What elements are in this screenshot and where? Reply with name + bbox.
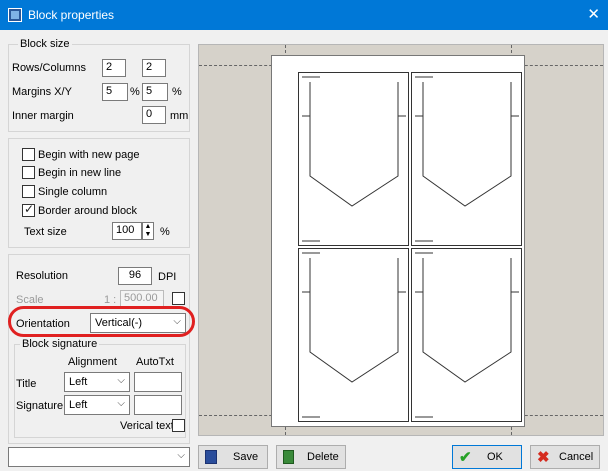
columns-input[interactable]: 2 [142, 59, 166, 77]
autotxt-header: AutoTxt [136, 356, 174, 368]
text-size-spinner[interactable]: ▲ ▼ [142, 222, 154, 240]
chevron-down-icon: ⌵ [117, 398, 125, 409]
scale-label: Scale [16, 294, 44, 306]
text-size-label: Text size [24, 226, 67, 238]
inner-margin-input[interactable]: 0 [142, 106, 166, 124]
floppy-disk-icon [205, 450, 217, 464]
resolution-unit: DPI [158, 271, 177, 283]
inner-margin-unit: mm [170, 110, 189, 122]
chevron-down-icon: ⌵ [177, 450, 185, 461]
alignment-header: Alignment [68, 356, 117, 368]
begin-new-line-checkbox[interactable] [22, 166, 35, 179]
text-size-unit: % [160, 226, 170, 238]
checkmark-icon: ✔ [459, 449, 472, 466]
app-icon [8, 8, 22, 22]
pentagon-shape [309, 82, 399, 207]
title-label: Title [16, 378, 37, 390]
save-label: Save [233, 451, 259, 463]
single-column-checkbox[interactable] [22, 185, 35, 198]
trash-icon [283, 450, 294, 464]
border-around-block-checkbox[interactable] [22, 202, 35, 217]
preview-shapes [302, 76, 519, 418]
border-around-block-label: Border around block [38, 205, 138, 217]
delete-button[interactable]: Delete [276, 445, 346, 469]
single-column-label: Single column [38, 186, 108, 198]
delete-label: Delete [307, 451, 339, 463]
ok-label: OK [487, 451, 503, 463]
margin-x-unit: % [130, 86, 140, 98]
chevron-down-icon: ⌵ [117, 375, 125, 386]
signature-autotxt-input[interactable] [134, 395, 182, 415]
cancel-button[interactable]: ✖ Cancel [530, 445, 600, 469]
block-size-legend: Block size [18, 38, 72, 50]
margins-label: Margins X/Y [12, 86, 72, 98]
cancel-x-icon: ✖ [537, 449, 550, 466]
pentagon-shape [422, 82, 512, 207]
preview-page [271, 55, 525, 427]
margin-x-input[interactable]: 5 [102, 83, 128, 101]
title-autotxt-input[interactable] [134, 372, 182, 392]
resolution-label: Resolution [16, 270, 68, 282]
inner-margin-label: Inner margin [12, 110, 74, 122]
signature-label: Signature [16, 400, 64, 412]
pentagon-shape [422, 258, 512, 383]
text-size-input[interactable]: 100 [112, 222, 142, 240]
title-bar: Block properties ✕ [0, 0, 608, 30]
save-button[interactable]: Save [198, 445, 268, 469]
signature-alignment-select[interactable]: Left ⌵ [64, 395, 130, 415]
signature-alignment-value: Left [69, 399, 88, 411]
begin-new-line-label: Begin in new line [38, 167, 122, 179]
cancel-label: Cancel [559, 451, 594, 463]
highlight-ellipse [8, 306, 195, 337]
block-signature-legend: Block signature [20, 338, 100, 350]
scale-prefix: 1 : [104, 294, 117, 306]
vertical-text-label: Verical text [120, 420, 174, 432]
title-alignment-value: Left [69, 376, 88, 388]
close-icon[interactable]: ✕ [587, 5, 600, 23]
vertical-text-checkbox[interactable] [172, 419, 185, 432]
begin-new-page-label: Begin with new page [38, 149, 140, 161]
ok-button[interactable]: ✔ OK [452, 445, 522, 469]
margin-y-unit: % [172, 86, 182, 98]
title-alignment-select[interactable]: Left ⌵ [64, 372, 130, 392]
window-title: Block properties [28, 8, 115, 22]
rows-columns-label: Rows/Columns [12, 62, 86, 74]
scale-checkbox[interactable] [172, 292, 185, 305]
begin-new-page-checkbox[interactable] [22, 148, 35, 161]
footer-select[interactable]: ⌵ [8, 447, 190, 467]
pentagon-shape [309, 258, 399, 383]
rows-input[interactable]: 2 [102, 59, 126, 77]
page-preview [198, 44, 604, 436]
resolution-input[interactable]: 96 [118, 267, 152, 285]
margin-y-input[interactable]: 5 [142, 83, 168, 101]
